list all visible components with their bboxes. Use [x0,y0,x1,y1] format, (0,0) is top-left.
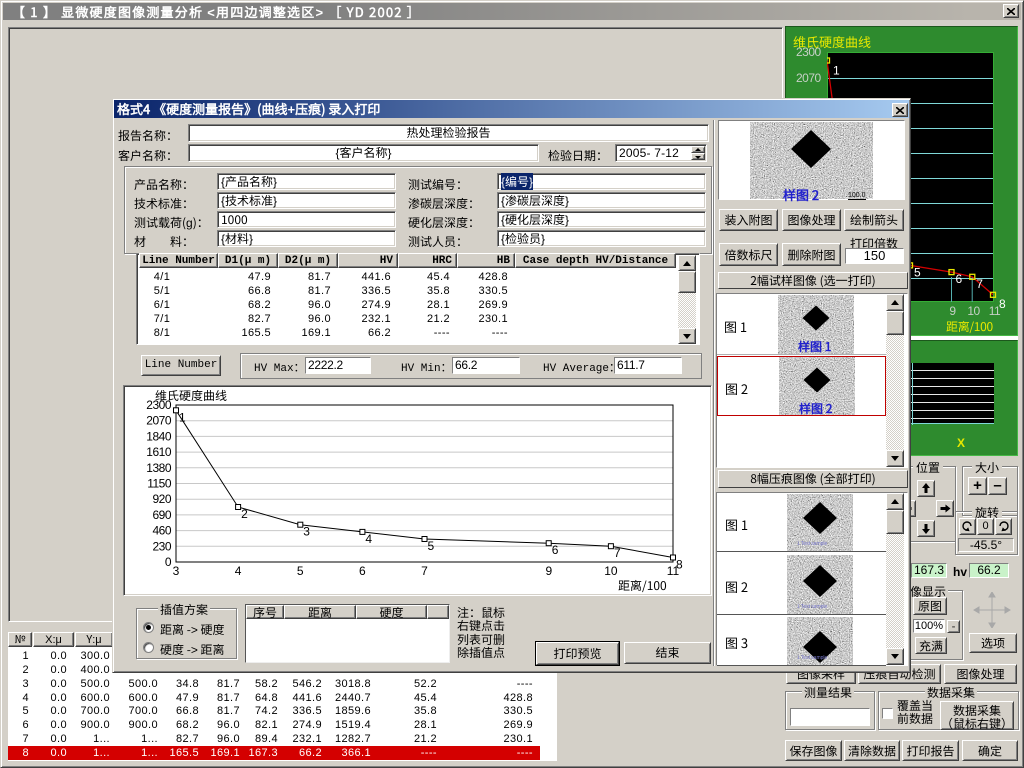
svg-text:1: 1 [179,410,186,424]
svg-text:6: 6 [956,272,963,286]
svg-text:460: 460 [152,524,171,538]
svg-text:690: 690 [152,508,171,522]
svg-text:0: 0 [165,555,172,569]
svg-text:2: 2 [241,507,248,521]
svg-text:2070: 2070 [146,414,172,428]
svg-text:1840: 1840 [146,429,172,443]
svg-text:1610: 1610 [146,445,172,459]
svg-text:5: 5 [914,265,921,279]
svg-text:距离/100: 距离/100 [618,577,667,594]
svg-text:1: 1 [833,64,840,78]
svg-text:4: 4 [235,564,242,578]
svg-text:3: 3 [303,525,310,539]
svg-text:5: 5 [428,539,435,553]
svg-text:7: 7 [976,277,983,291]
svg-text:7: 7 [614,546,621,560]
svg-text:10: 10 [604,564,618,578]
svg-text:9: 9 [545,564,552,578]
svg-text:7: 7 [421,564,428,578]
svg-text:1150: 1150 [147,477,172,491]
svg-text:5: 5 [297,564,304,578]
svg-text:6: 6 [359,564,366,578]
svg-text:2300: 2300 [146,398,172,412]
svg-text:1380: 1380 [146,461,172,475]
svg-text:3: 3 [173,564,180,578]
svg-text:920: 920 [152,492,171,506]
svg-text:8: 8 [676,558,683,572]
svg-text:230: 230 [152,539,171,553]
svg-text:6: 6 [552,543,559,557]
svg-text:4: 4 [365,532,372,546]
